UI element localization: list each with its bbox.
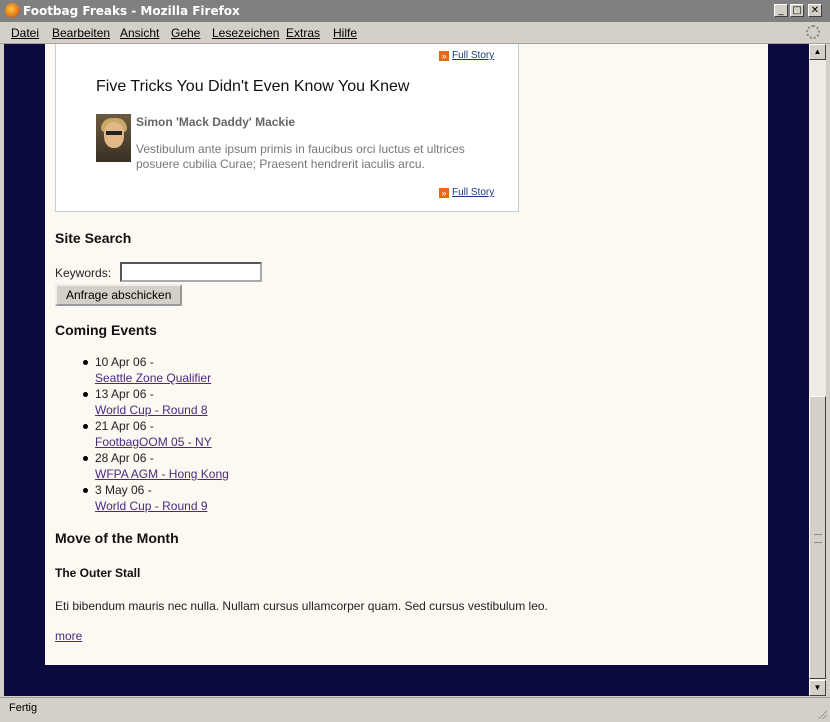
scrollbar-thumb[interactable]	[809, 396, 826, 679]
bullet	[83, 360, 88, 365]
bullet	[83, 488, 88, 493]
event-date: 28 Apr 06 -	[95, 451, 154, 465]
page-viewport[interactable]: » Full Story Five Tricks You Didn't Even …	[4, 44, 809, 696]
keywords-label: Keywords:	[55, 266, 112, 280]
event-item: 21 Apr 06 - FootbagOOM 05 - NY	[55, 419, 229, 451]
menu-gehe[interactable]: Gehe	[171, 26, 200, 40]
window-titlebar: Footbag Freaks - Mozilla Firefox _ □ ✕	[0, 0, 830, 22]
event-date: 13 Apr 06 -	[95, 387, 154, 401]
event-item: 3 May 06 - World Cup - Round 9	[55, 483, 229, 515]
event-link[interactable]: Seattle Zone Qualifier	[95, 370, 229, 386]
move-description: Eti bibendum mauris nec nulla. Nullam cu…	[55, 599, 548, 613]
move-title: The Outer Stall	[55, 566, 141, 580]
featured-article: » Full Story Five Tricks You Didn't Even …	[55, 44, 519, 212]
content-area: » Full Story Five Tricks You Didn't Even …	[45, 44, 768, 665]
scroll-up-button[interactable]: ▲	[809, 44, 826, 60]
menu-extras[interactable]: Extras	[286, 26, 320, 40]
event-item: 28 Apr 06 - WFPA AGM - Hong Kong	[55, 451, 229, 483]
event-item: 13 Apr 06 - World Cup - Round 8	[55, 387, 229, 419]
event-link[interactable]: FootbagOOM 05 - NY	[95, 434, 229, 450]
menu-bar: Datei Bearbeiten Ansicht Gehe Lesezeiche…	[0, 22, 830, 44]
scroll-down-button[interactable]: ▼	[809, 680, 826, 696]
firefox-icon	[5, 3, 20, 18]
resize-grip-icon[interactable]	[817, 709, 827, 719]
menu-bearbeiten[interactable]: Bearbeiten	[52, 26, 110, 40]
article-excerpt: Vestibulum ante ipsum primis in faucibus…	[136, 142, 465, 171]
event-item: 10 Apr 06 - Seattle Zone Qualifier	[55, 355, 229, 387]
bullet	[83, 424, 88, 429]
site-search-heading: Site Search	[55, 230, 132, 246]
avatar-face	[104, 122, 124, 148]
full-story-link-top[interactable]: » Full Story	[439, 50, 494, 61]
status-text: Fertig	[9, 702, 38, 714]
thumb-grip	[814, 534, 822, 543]
window-title: Footbag Freaks - Mozilla Firefox	[23, 4, 240, 18]
event-link[interactable]: World Cup - Round 8	[95, 402, 229, 418]
event-link[interactable]: World Cup - Round 9	[95, 498, 229, 514]
menu-datei[interactable]: Datei	[11, 26, 39, 40]
event-link[interactable]: WFPA AGM - Hong Kong	[95, 466, 229, 482]
coming-events-heading: Coming Events	[55, 322, 157, 338]
avatar-sunglasses	[106, 131, 122, 135]
menu-hilfe[interactable]: Hilfe	[333, 26, 357, 40]
events-list: 10 Apr 06 - Seattle Zone Qualifier 13 Apr…	[55, 355, 229, 515]
bullet	[83, 392, 88, 397]
move-of-month-heading: Move of the Month	[55, 530, 179, 546]
full-story-label: Full Story	[452, 50, 495, 61]
full-story-label: Full Story	[452, 187, 495, 198]
event-date: 10 Apr 06 -	[95, 355, 154, 369]
menu-lesezeichen[interactable]: Lesezeichen	[212, 26, 279, 40]
close-button[interactable]: ✕	[808, 4, 822, 17]
event-date: 3 May 06 -	[95, 483, 152, 497]
keywords-input[interactable]	[120, 262, 262, 282]
arrow-right-icon: »	[439, 188, 449, 198]
throbber-icon	[806, 25, 820, 39]
arrow-right-icon: »	[439, 51, 449, 61]
article-title[interactable]: Five Tricks You Didn't Even Know You Kne…	[96, 78, 409, 96]
maximize-button[interactable]: □	[790, 4, 804, 17]
author-avatar	[96, 114, 131, 162]
status-bar: Fertig	[0, 697, 830, 722]
full-story-link[interactable]: » Full Story	[439, 187, 494, 198]
search-submit-button[interactable]: Anfrage abschicken	[55, 284, 183, 306]
event-date: 21 Apr 06 -	[95, 419, 154, 433]
more-link[interactable]: more	[55, 629, 82, 643]
article-author: Simon 'Mack Daddy' Mackie	[136, 115, 296, 129]
bullet	[83, 456, 88, 461]
menu-ansicht[interactable]: Ansicht	[120, 26, 159, 40]
minimize-button[interactable]: _	[774, 4, 788, 17]
vertical-scrollbar[interactable]: ▲ ▼	[809, 44, 826, 696]
